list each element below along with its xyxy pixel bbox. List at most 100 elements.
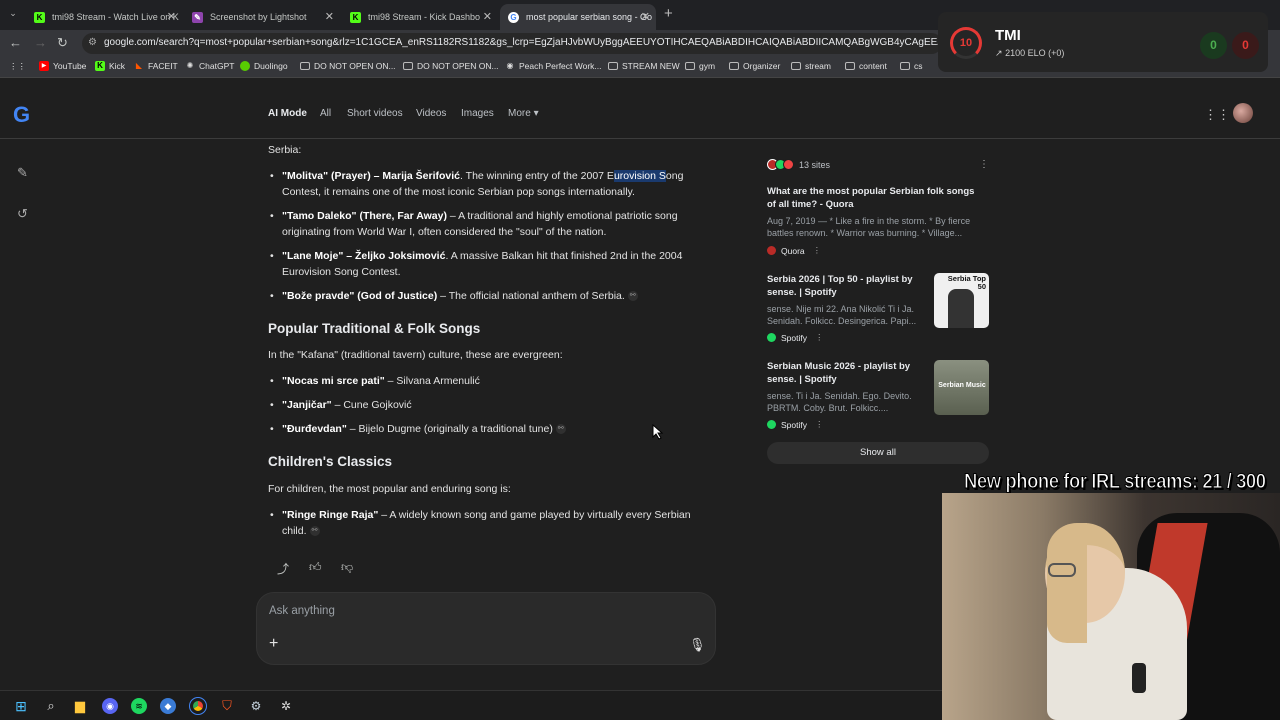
folder-icon (729, 62, 739, 70)
microphone-icon[interactable]: 🎙︎ (689, 637, 706, 653)
quora-icon (767, 246, 776, 255)
selected-text: urovision S (613, 170, 666, 182)
bookmark-folder[interactable]: gym (685, 61, 715, 71)
tab-images[interactable]: Images (461, 108, 494, 119)
bookmark-peach-perfect[interactable]: ◉ Peach Perfect Work... (505, 61, 602, 71)
bookmark-kick[interactable]: K Kick (95, 61, 125, 71)
kick-icon: K (350, 11, 361, 23)
mouse-cursor (652, 424, 664, 440)
close-tab-icon[interactable]: ✕ (641, 10, 650, 23)
source-snippet: sense. Ti i Ja. Senidah. Ego. Devito. PB… (767, 391, 912, 413)
bookmark-folder[interactable]: DO NOT OPEN ON... (300, 61, 396, 71)
settings-icon[interactable]: ✲ (278, 698, 294, 714)
source-site[interactable]: Quora ⋮ (767, 245, 821, 256)
bookmark-folder[interactable]: cs (900, 61, 923, 71)
bookmark-folder[interactable]: content (845, 61, 887, 71)
wins-counter: 0 (1200, 32, 1227, 59)
site-info-icon[interactable]: ⚙ (88, 37, 97, 48)
tab-all[interactable]: All (320, 108, 331, 119)
tab-short-videos[interactable]: Short videos (347, 108, 403, 119)
dropdown-arrow-icon: ▾ (533, 108, 539, 119)
duolingo-icon (240, 61, 250, 71)
share-icon[interactable]: ⤴ (277, 560, 289, 577)
source-title[interactable]: Serbian Music 2026 - playlist by sense. … (767, 360, 927, 386)
reload-icon[interactable]: ↻ (57, 35, 68, 51)
tab-more[interactable]: More ▾ (508, 108, 539, 119)
spotify-icon (767, 333, 776, 342)
history-icon[interactable]: ↺ (17, 206, 28, 222)
add-icon[interactable]: + (269, 635, 278, 653)
list-item: "Lane Moje" – Željko Joksimović. A massi… (270, 248, 707, 280)
avatar[interactable] (1233, 103, 1253, 123)
source-title[interactable]: Serbia 2026 | Top 50 - playlist by sense… (767, 273, 927, 299)
source-title[interactable]: What are the most popular Serbian folk s… (767, 185, 982, 211)
link-icon[interactable]: ⚯ (555, 424, 566, 435)
tab-videos[interactable]: Videos (416, 108, 446, 119)
link-icon[interactable]: ⚯ (627, 291, 638, 302)
more-options-icon[interactable]: ⋮ (813, 245, 822, 256)
more-options-icon[interactable]: ⋮ (979, 159, 989, 170)
spotify-icon[interactable]: ≋ (131, 698, 147, 714)
back-icon[interactable]: ← (9, 35, 22, 50)
source-site[interactable]: Spotify ⋮ (767, 419, 824, 430)
bookmark-folder[interactable]: STREAM NEW (608, 61, 680, 71)
bookmark-folder[interactable]: DO NOT OPEN ON... (403, 61, 499, 71)
folder-icon (608, 62, 618, 70)
apps-grid-icon[interactable]: ⋮⋮ (9, 61, 26, 72)
chatgpt-icon: ✺ (186, 61, 194, 70)
file-explorer-icon[interactable]: ▆ (72, 698, 88, 714)
tab-search-icon[interactable]: ⌄ (6, 8, 20, 22)
playlist-thumbnail[interactable]: Serbian Music (934, 360, 989, 415)
tab-kick-dashboard[interactable]: K tmi98 Stream - Kick Dashbo ✕ (342, 4, 498, 30)
playlist-thumbnail[interactable]: Serbia Top 50 (934, 273, 989, 328)
folk-intro: In the "Kafana" (traditional tavern) cul… (268, 349, 563, 361)
close-tab-icon[interactable]: ✕ (483, 10, 492, 23)
bookmark-youtube[interactable]: ▶ YouTube (39, 61, 86, 71)
thumbs-down-icon[interactable]: 👎︎ (341, 560, 353, 575)
close-tab-icon[interactable]: ✕ (167, 10, 176, 23)
steam-icon[interactable]: ⚙ (248, 698, 264, 714)
search-icon[interactable]: ⌕ (43, 698, 59, 714)
address-bar[interactable]: ⚙ google.com/search?q=most+popular+serbi… (82, 33, 942, 54)
tab-lightshot[interactable]: ✎ Screenshot by Lightshot ✕ (184, 4, 340, 30)
discord-icon[interactable]: ◉ (102, 698, 118, 714)
section-heading-children: Children's Classics (268, 454, 393, 469)
close-tab-icon[interactable]: ✕ (325, 10, 334, 23)
elo-text: ↗ 2100 ELO (+0) (995, 48, 1065, 58)
forward-icon[interactable]: → (34, 35, 47, 50)
new-tab-button[interactable]: + (664, 5, 673, 22)
source-site[interactable]: Spotify ⋮ (767, 332, 824, 343)
trend-icon: ↗ (995, 48, 1003, 58)
new-chat-icon[interactable]: ✎ (17, 165, 28, 181)
ask-input[interactable]: Ask anything + 🎙︎ (256, 592, 716, 665)
folder-icon (791, 62, 801, 70)
webcam-feed (942, 493, 1280, 720)
thumbs-up-icon[interactable]: 👍︎ (309, 560, 322, 575)
bookmark-chatgpt[interactable]: ✺ ChatGPT (185, 61, 235, 71)
bookmark-faceit[interactable]: ◣ FACEIT (134, 61, 178, 71)
kick-icon: K (34, 11, 45, 23)
bookmark-folder[interactable]: Organizer (729, 61, 780, 71)
chrome-icon[interactable] (189, 697, 207, 715)
bookmark-duolingo[interactable]: Duolingo (240, 61, 288, 71)
source-snippet: Aug 7, 2019 — * Like a fire in the storm… (767, 216, 971, 238)
kick-icon: K (95, 61, 105, 71)
show-all-button[interactable]: Show all (767, 442, 989, 464)
tab-ai-mode[interactable]: AI Mode (268, 108, 307, 119)
tab-kick-stream[interactable]: K tmi98 Stream - Watch Live on K ✕ (26, 4, 182, 30)
more-options-icon[interactable]: ⋮ (815, 332, 824, 343)
brave-icon[interactable]: ⛉ (219, 698, 235, 714)
list-item: "Tamo Daleko" (There, Far Away) – A trad… (270, 208, 707, 240)
sources-header[interactable]: 13 sites (767, 159, 830, 170)
sources-panel: 13 sites ⋮ What are the most popular Ser… (757, 152, 997, 472)
windows-start-icon[interactable]: ⊞ (13, 698, 29, 714)
faceit-level-badge: 10 (950, 27, 982, 59)
link-icon[interactable]: ⚯ (309, 526, 320, 537)
google-logo[interactable]: G (13, 102, 30, 128)
player-name: TMI (995, 27, 1021, 44)
more-options-icon[interactable]: ⋮ (815, 419, 824, 430)
tab-google-search[interactable]: G most popular serbian song - Go ✕ (500, 4, 656, 30)
bookmark-folder[interactable]: stream (791, 61, 831, 71)
app-icon[interactable]: ◆ (160, 698, 176, 714)
reddit-icon (783, 159, 794, 170)
